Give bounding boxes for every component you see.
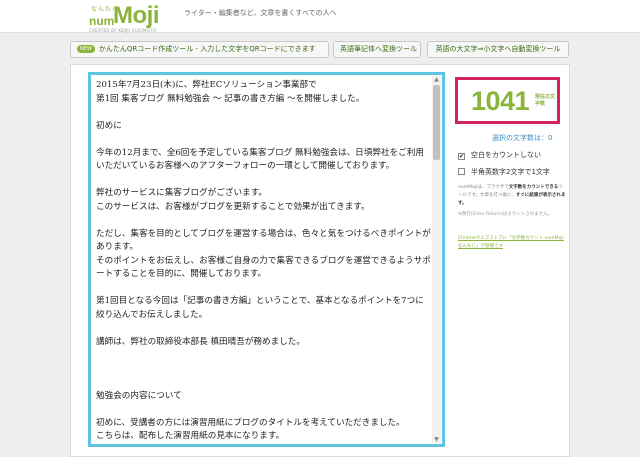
char-counter: 1041 現在の文字数 <box>455 77 560 124</box>
ignore-space-label: 空白をカウントしない <box>471 151 541 159</box>
ignore-space-option[interactable]: ✔ 空白をカウントしない <box>458 150 541 160</box>
editor-paragraph: 勉強会の内容について <box>96 390 182 401</box>
editor-paragraph: ただし、集客を目的としてブログを運営する場合は、色々と気をつけるべきポイントがあ… <box>96 228 431 280</box>
header: なんたん num Moji CREATED BY KENJI SUGIMOTO … <box>0 0 640 33</box>
ignore-space-checkbox[interactable]: ✔ <box>458 153 465 160</box>
desc-emphasis-1: 文字数をカウントできる <box>508 185 559 190</box>
char-count-value: 1041 <box>471 86 530 116</box>
editor-paragraph: 初めに <box>96 120 122 131</box>
tool-links-bar: NEW かんたんQRコード作成ツール - 入力した文字をQRコードにできます 英語… <box>0 41 640 61</box>
qr-tool-label: かんたんQRコード作成ツール - 入力した文字をQRコードにできます <box>98 45 316 53</box>
case-convert-tool-link[interactable]: 英語の大文字⇒小文字へ自動変換ツール <box>427 41 569 58</box>
qr-tool-link[interactable]: NEW かんたんQRコード作成ツール - 入力した文字をQRコードにできます <box>70 41 329 58</box>
text-editor[interactable]: 2015年7月23日(木)に、弊社ECソリューション事業部で 第1回 集客ブログ… <box>88 72 445 447</box>
editor-paragraph <box>96 363 431 377</box>
logo-credit: CREATED BY KENJI SUGIMOTO <box>89 28 157 33</box>
scroll-up-icon[interactable]: ▲ <box>433 76 440 83</box>
logo[interactable]: なんたん num Moji CREATED BY KENJI SUGIMOTO <box>89 2 184 33</box>
editor-content[interactable]: 2015年7月23日(木)に、弊社ECソリューション事業部で 第1回 集客ブログ… <box>96 79 431 444</box>
editor-scrollbar[interactable]: ▲ ▼ <box>432 76 441 443</box>
tagline: ライター・編集者など、文章を書くすべての人へ <box>184 9 337 17</box>
halfwidth-option[interactable]: 半角英数字2文字で1文字 <box>458 167 550 177</box>
halfwidth-checkbox[interactable] <box>458 168 465 175</box>
scroll-down-icon[interactable]: ▼ <box>433 436 440 443</box>
scroll-thumb[interactable] <box>433 85 440 160</box>
desc-prefix: numMojiは、ブラウザで <box>458 185 509 190</box>
tool-description: numMojiは、ブラウザで文字数をカウントできるツールです。文章を打つ後に、す… <box>458 184 566 208</box>
halfwidth-label: 半角英数字2文字で1文字 <box>471 168 550 176</box>
char-count-label: 現在の文字数 <box>535 94 556 107</box>
editor-paragraph: 初めに、受講者の方には演習用紙にブログのタイトルを考えていただきました。 こちら… <box>96 417 405 442</box>
chrome-store-link[interactable]: Chromeウェブストアに「文字数カウント numMojiなんもじ」が登場です <box>458 235 566 251</box>
editor-paragraph: 弊社のサービスに集客ブログがございます。 このサービスは、お客様がブログを更新す… <box>96 188 370 212</box>
cursive-tool-link[interactable]: 英語筆記体へ変換ツール <box>333 41 421 58</box>
logo-num: num <box>89 14 115 28</box>
linebreak-note: ※改行(Enter Return)はカウントされません。 <box>458 212 553 217</box>
new-badge: NEW <box>77 45 95 53</box>
logo-moji: Moji <box>113 2 160 29</box>
editor-paragraph: 第1回目となる今回は「記事の書き方編」ということで、基本となるポイントを7つに絞… <box>96 296 424 320</box>
editor-paragraph: 2015年7月23日(木)に、弊社ECソリューション事業部で 第1回 集客ブログ… <box>96 80 365 104</box>
editor-paragraph: 今年の12月まで、全6回を予定している集客ブログ 無料勉強会は、日頃弊社をご利用… <box>96 147 424 172</box>
editor-paragraph: 講師は、弊社の取締役本部長 槙田晴吾が務めました。 <box>96 336 305 347</box>
selection-count: 選択の文字数は：0 <box>492 134 553 142</box>
